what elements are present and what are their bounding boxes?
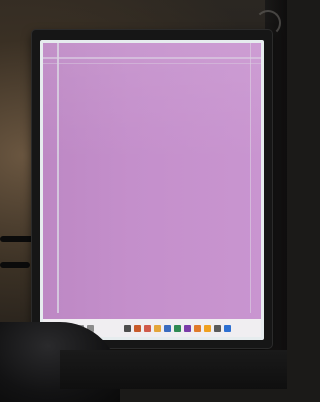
app-icon[interactable] bbox=[193, 324, 201, 332]
screen bbox=[40, 40, 264, 340]
app-icon[interactable] bbox=[203, 324, 211, 332]
app-icon[interactable] bbox=[133, 324, 141, 332]
app-icon[interactable] bbox=[213, 324, 221, 332]
app-icon[interactable] bbox=[123, 324, 131, 332]
screen-artifact-line bbox=[250, 43, 251, 313]
app-icon[interactable] bbox=[143, 324, 151, 332]
screen-artifact-line bbox=[43, 63, 261, 64]
monitor bbox=[32, 30, 272, 348]
app-icon[interactable] bbox=[163, 324, 171, 332]
background-cable bbox=[0, 236, 34, 242]
screen-artifact-line bbox=[57, 43, 59, 313]
app-icon[interactable] bbox=[173, 324, 181, 332]
app-icon[interactable] bbox=[153, 324, 161, 332]
background-cable bbox=[0, 262, 30, 268]
app-icon[interactable] bbox=[183, 324, 191, 332]
screen-artifact-line bbox=[43, 57, 261, 59]
desk bbox=[60, 350, 287, 389]
app-icon[interactable] bbox=[223, 324, 231, 332]
